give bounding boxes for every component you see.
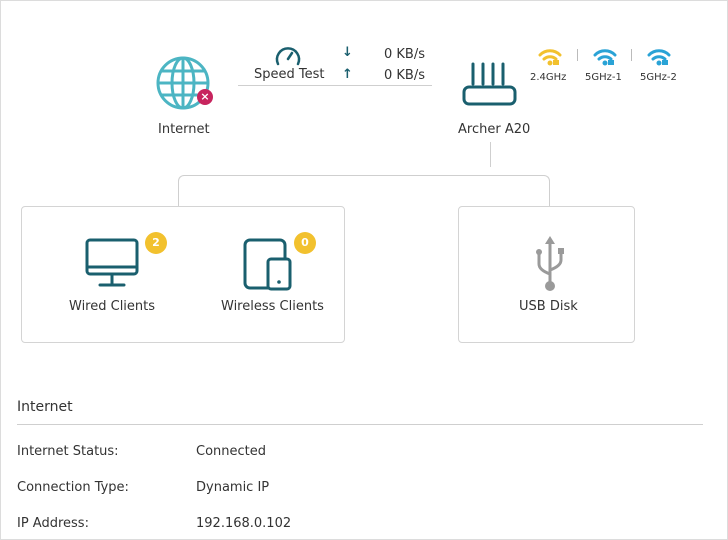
speedometer-icon[interactable] <box>274 44 302 68</box>
internet-label: Internet <box>158 122 210 137</box>
internet-status-label: Internet Status: <box>17 444 119 459</box>
tablet-phone-icon <box>243 238 292 291</box>
wired-count-badge: 2 <box>145 232 167 254</box>
connector-horizontal <box>178 175 550 207</box>
upload-speed: 0 KB/s <box>384 68 425 83</box>
upload-arrow-icon: ↑ <box>342 67 353 82</box>
connector-vertical-router <box>490 142 491 167</box>
section-divider <box>17 424 703 425</box>
speed-test-link[interactable]: Speed Test <box>254 67 324 82</box>
wired-clients[interactable]: 2 Wired Clients <box>61 231 171 321</box>
wifi-band-5g1[interactable]: 5GHz-1 <box>581 45 629 87</box>
speed-divider <box>238 85 432 86</box>
band-separator <box>577 49 578 61</box>
wifi-band-label: 2.4GHz <box>530 72 567 83</box>
connection-type-value: Dynamic IP <box>196 480 270 495</box>
band-separator <box>631 49 632 61</box>
wifi-icon <box>593 49 617 66</box>
download-speed: 0 KB/s <box>384 47 425 62</box>
connection-type-label: Connection Type: <box>17 480 129 495</box>
download-arrow-icon: ↓ <box>342 45 353 60</box>
router-label: Archer A20 <box>458 122 531 137</box>
wifi-band-label: 5GHz-2 <box>640 72 677 83</box>
disconnected-x-icon: × <box>197 89 213 105</box>
wireless-clients-label: Wireless Clients <box>221 299 324 314</box>
usb-icon <box>536 236 564 291</box>
monitor-icon <box>85 238 139 287</box>
wifi-icon <box>647 49 671 66</box>
ip-address-label: IP Address: <box>17 516 89 531</box>
wifi-band-24[interactable]: 2.4GHz <box>528 45 572 87</box>
usb-label: USB Disk <box>519 299 578 314</box>
wifi-band-5g2[interactable]: 5GHz-2 <box>636 45 684 87</box>
wifi-icon <box>538 49 562 66</box>
router-icon[interactable] <box>460 60 520 110</box>
page-frame: × Internet Speed Test ↓ ↑ 0 KB/s 0 KB/s … <box>0 0 728 540</box>
wireless-clients[interactable]: 0 Wireless Clients <box>216 231 336 321</box>
ip-address-value: 192.168.0.102 <box>196 516 292 531</box>
wired-clients-label: Wired Clients <box>69 299 156 314</box>
wireless-count-badge: 0 <box>294 232 316 254</box>
usb-card[interactable]: USB Disk <box>458 206 635 343</box>
wifi-band-label: 5GHz-1 <box>585 72 622 83</box>
internet-section-title: Internet <box>17 399 73 415</box>
internet-status-value: Connected <box>196 444 267 459</box>
